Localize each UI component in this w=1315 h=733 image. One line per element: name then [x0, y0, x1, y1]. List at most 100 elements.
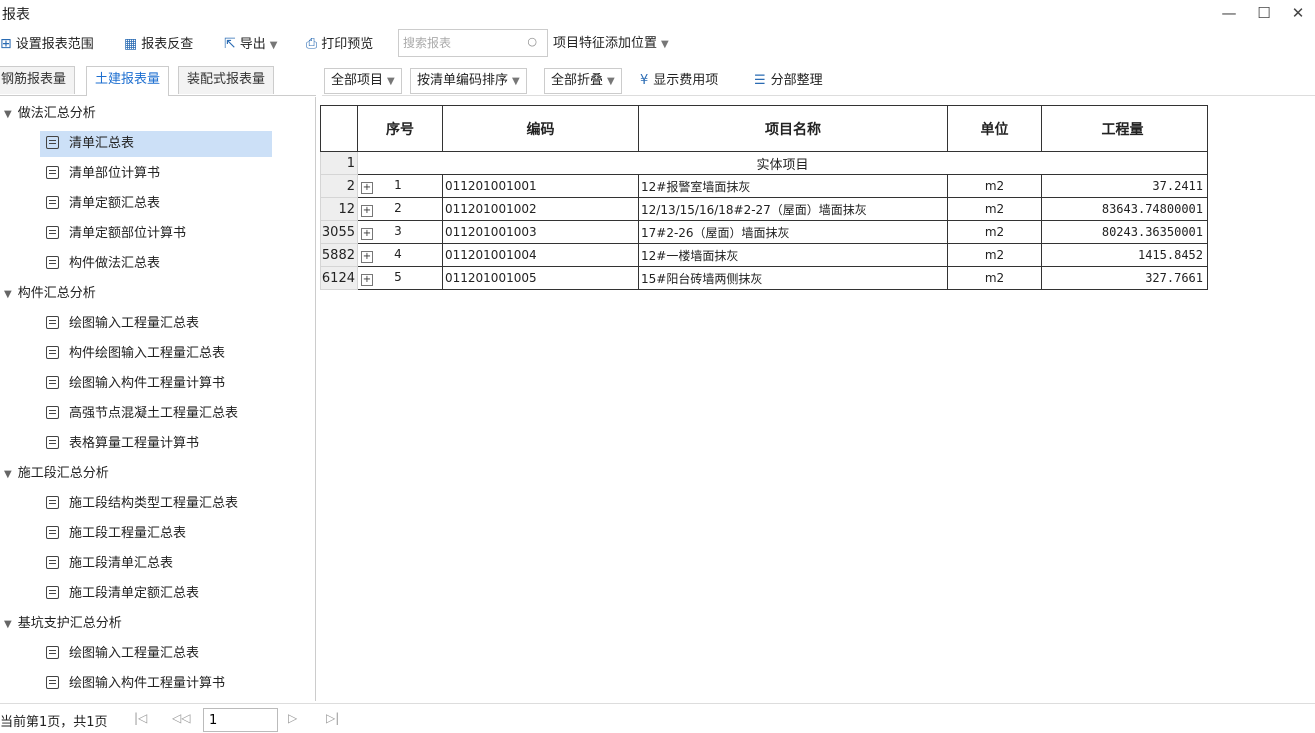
- tab-rebar-report[interactable]: 钢筋报表量: [0, 66, 76, 94]
- status-bar: 当前第1页，共1页 |◁ ◁◁ ▷ ▷|: [0, 703, 1315, 733]
- code-cell[interactable]: 011201001002: [442, 197, 639, 221]
- unit-cell[interactable]: m2: [947, 243, 1042, 267]
- export-icon: ⇱: [224, 36, 236, 52]
- qty-cell[interactable]: 83643.74800001: [1041, 197, 1208, 221]
- header-qty[interactable]: 工程量: [1041, 105, 1208, 152]
- tree-item[interactable]: 施工段清单汇总表: [46, 551, 173, 577]
- name-cell[interactable]: 15#阳台砖墙两侧抹灰: [638, 266, 948, 290]
- collapse-arrow-icon: ▼: [4, 469, 12, 480]
- name-cell[interactable]: 12#报警室墙面抹灰: [638, 174, 948, 198]
- tree-item[interactable]: 绘图输入工程量汇总表: [46, 311, 199, 337]
- sort-dropdown[interactable]: 按清单编码排序 ▼: [410, 68, 527, 94]
- code-cell[interactable]: 011201001005: [442, 266, 639, 290]
- feature-position-dropdown[interactable]: 项目特征添加位置 ▼: [553, 32, 669, 56]
- row-number: 2: [320, 174, 358, 198]
- tree-item[interactable]: 高强节点混凝土工程量汇总表: [46, 401, 238, 427]
- unit-cell[interactable]: m2: [947, 220, 1042, 244]
- tree-item[interactable]: 施工段工程量汇总表: [46, 521, 186, 547]
- code-cell[interactable]: 011201001001: [442, 174, 639, 198]
- tree-item[interactable]: 绘图输入构件工程量计算书: [46, 671, 225, 697]
- tree-item[interactable]: 施工段清单定额汇总表: [46, 581, 199, 607]
- tree-group-method[interactable]: ▼ 做法汇总分析: [4, 101, 96, 127]
- page-number-input[interactable]: [203, 708, 278, 732]
- minimize-button[interactable]: —: [1216, 2, 1242, 24]
- show-fee-button[interactable]: ¥ 显示费用项: [640, 68, 718, 94]
- table-row[interactable]: 3055 +3 011201001003 17#2-26（屋面）墙面抹灰 m2 …: [320, 220, 1208, 244]
- section-label[interactable]: 实体项目: [357, 151, 1208, 175]
- expand-icon[interactable]: +: [361, 274, 373, 286]
- tree-item[interactable]: 绘图输入工程量汇总表: [46, 641, 199, 667]
- tree-item[interactable]: 构件做法汇总表: [46, 251, 160, 277]
- first-page-icon[interactable]: |◁: [134, 711, 147, 725]
- header-name[interactable]: 项目名称: [638, 105, 948, 152]
- fold-dropdown[interactable]: 全部折叠 ▼: [544, 68, 622, 94]
- code-cell[interactable]: 011201001003: [442, 220, 639, 244]
- table-row[interactable]: 6124 +5 011201001005 15#阳台砖墙两侧抹灰 m2 327.…: [320, 266, 1208, 290]
- expand-icon[interactable]: +: [361, 205, 373, 217]
- seq-cell: 2: [394, 201, 402, 215]
- table-row[interactable]: 12 +2 011201001002 12/13/15/16/18#2-27（屋…: [320, 197, 1208, 221]
- name-cell[interactable]: 12#一楼墙面抹灰: [638, 243, 948, 267]
- table-icon: ▦: [124, 36, 138, 52]
- tree-item[interactable]: 构件绘图输入工程量汇总表: [46, 341, 225, 367]
- tree-item[interactable]: 清单定额汇总表: [46, 191, 160, 217]
- name-cell[interactable]: 12/13/15/16/18#2-27（屋面）墙面抹灰: [638, 197, 948, 221]
- unit-cell[interactable]: m2: [947, 174, 1042, 198]
- next-page-icon[interactable]: ▷: [288, 711, 297, 725]
- report-grid: 序号 编码 项目名称 单位 工程量 1 实体项目 2 +1 0112010010…: [320, 105, 1208, 290]
- yen-icon: ¥: [640, 73, 649, 88]
- search-icon[interactable]: ○: [527, 35, 537, 48]
- tree-item[interactable]: 清单定额部位计算书: [46, 221, 186, 247]
- prev-page-icon[interactable]: ◁◁: [172, 711, 190, 725]
- tree-item[interactable]: 清单部位计算书: [46, 161, 160, 187]
- document-icon: [46, 526, 59, 539]
- qty-cell[interactable]: 327.7661: [1041, 266, 1208, 290]
- table-row[interactable]: 2 +1 011201001001 12#报警室墙面抹灰 m2 37.2411: [320, 174, 1208, 198]
- last-page-icon[interactable]: ▷|: [326, 711, 339, 725]
- all-items-dropdown[interactable]: 全部项目 ▼: [324, 68, 402, 94]
- tree-group-stage[interactable]: ▼ 施工段汇总分析: [4, 461, 109, 487]
- expand-icon[interactable]: +: [361, 228, 373, 240]
- tree-item[interactable]: 表格算量工程量计算书: [46, 431, 199, 457]
- document-icon: [46, 346, 59, 359]
- document-icon: [46, 586, 59, 599]
- tree-group-component[interactable]: ▼ 构件汇总分析: [4, 281, 96, 307]
- chevron-down-icon: ▼: [387, 76, 395, 87]
- unit-cell[interactable]: m2: [947, 197, 1042, 221]
- table-row[interactable]: 5882 +4 011201001004 12#一楼墙面抹灰 m2 1415.8…: [320, 243, 1208, 267]
- tree-item[interactable]: 施工段结构类型工程量汇总表: [46, 491, 238, 517]
- tree-item-bill-summary[interactable]: 清单汇总表: [40, 131, 272, 157]
- header-unit[interactable]: 单位: [947, 105, 1042, 152]
- reverse-lookup-button[interactable]: ▦ 报表反查: [124, 32, 193, 56]
- qty-cell[interactable]: 1415.8452: [1041, 243, 1208, 267]
- tab-prefab-report[interactable]: 装配式报表量: [178, 66, 275, 94]
- document-icon: [46, 436, 59, 449]
- seq-cell: 4: [394, 247, 402, 261]
- expand-icon[interactable]: +: [361, 182, 373, 194]
- chevron-down-icon: ▼: [269, 40, 278, 51]
- qty-cell[interactable]: 37.2411: [1041, 174, 1208, 198]
- qty-cell[interactable]: 80243.36350001: [1041, 220, 1208, 244]
- partition-button[interactable]: ☰ 分部整理: [754, 68, 823, 94]
- tree-group-pit-support[interactable]: ▼ 基坑支护汇总分析: [4, 611, 122, 637]
- header-seq[interactable]: 序号: [357, 105, 443, 152]
- expand-icon[interactable]: +: [361, 251, 373, 263]
- row-number: 5882: [320, 243, 358, 267]
- report-search-input[interactable]: [403, 31, 523, 55]
- export-button[interactable]: ⇱ 导出 ▼: [224, 32, 277, 56]
- document-icon: [46, 556, 59, 569]
- code-cell[interactable]: 011201001004: [442, 243, 639, 267]
- tree-item[interactable]: 绘图输入构件工程量计算书: [46, 371, 225, 397]
- document-icon: [46, 376, 59, 389]
- main-toolbar: ⊞ 设置报表范围 ▦ 报表反查 ⇱ 导出 ▼ ⎙ 打印预览 项目特征添加位置 ▼: [0, 28, 1315, 60]
- maximize-button[interactable]: ☐: [1251, 2, 1277, 24]
- row-number: 12: [320, 197, 358, 221]
- header-code[interactable]: 编码: [442, 105, 639, 152]
- unit-cell[interactable]: m2: [947, 266, 1042, 290]
- document-icon: [46, 316, 59, 329]
- name-cell[interactable]: 17#2-26（屋面）墙面抹灰: [638, 220, 948, 244]
- tab-civil-report[interactable]: 土建报表量: [86, 66, 170, 96]
- set-range-button[interactable]: ⊞ 设置报表范围: [0, 32, 94, 56]
- print-preview-button[interactable]: ⎙ 打印预览: [306, 32, 373, 56]
- close-button[interactable]: ✕: [1285, 2, 1311, 24]
